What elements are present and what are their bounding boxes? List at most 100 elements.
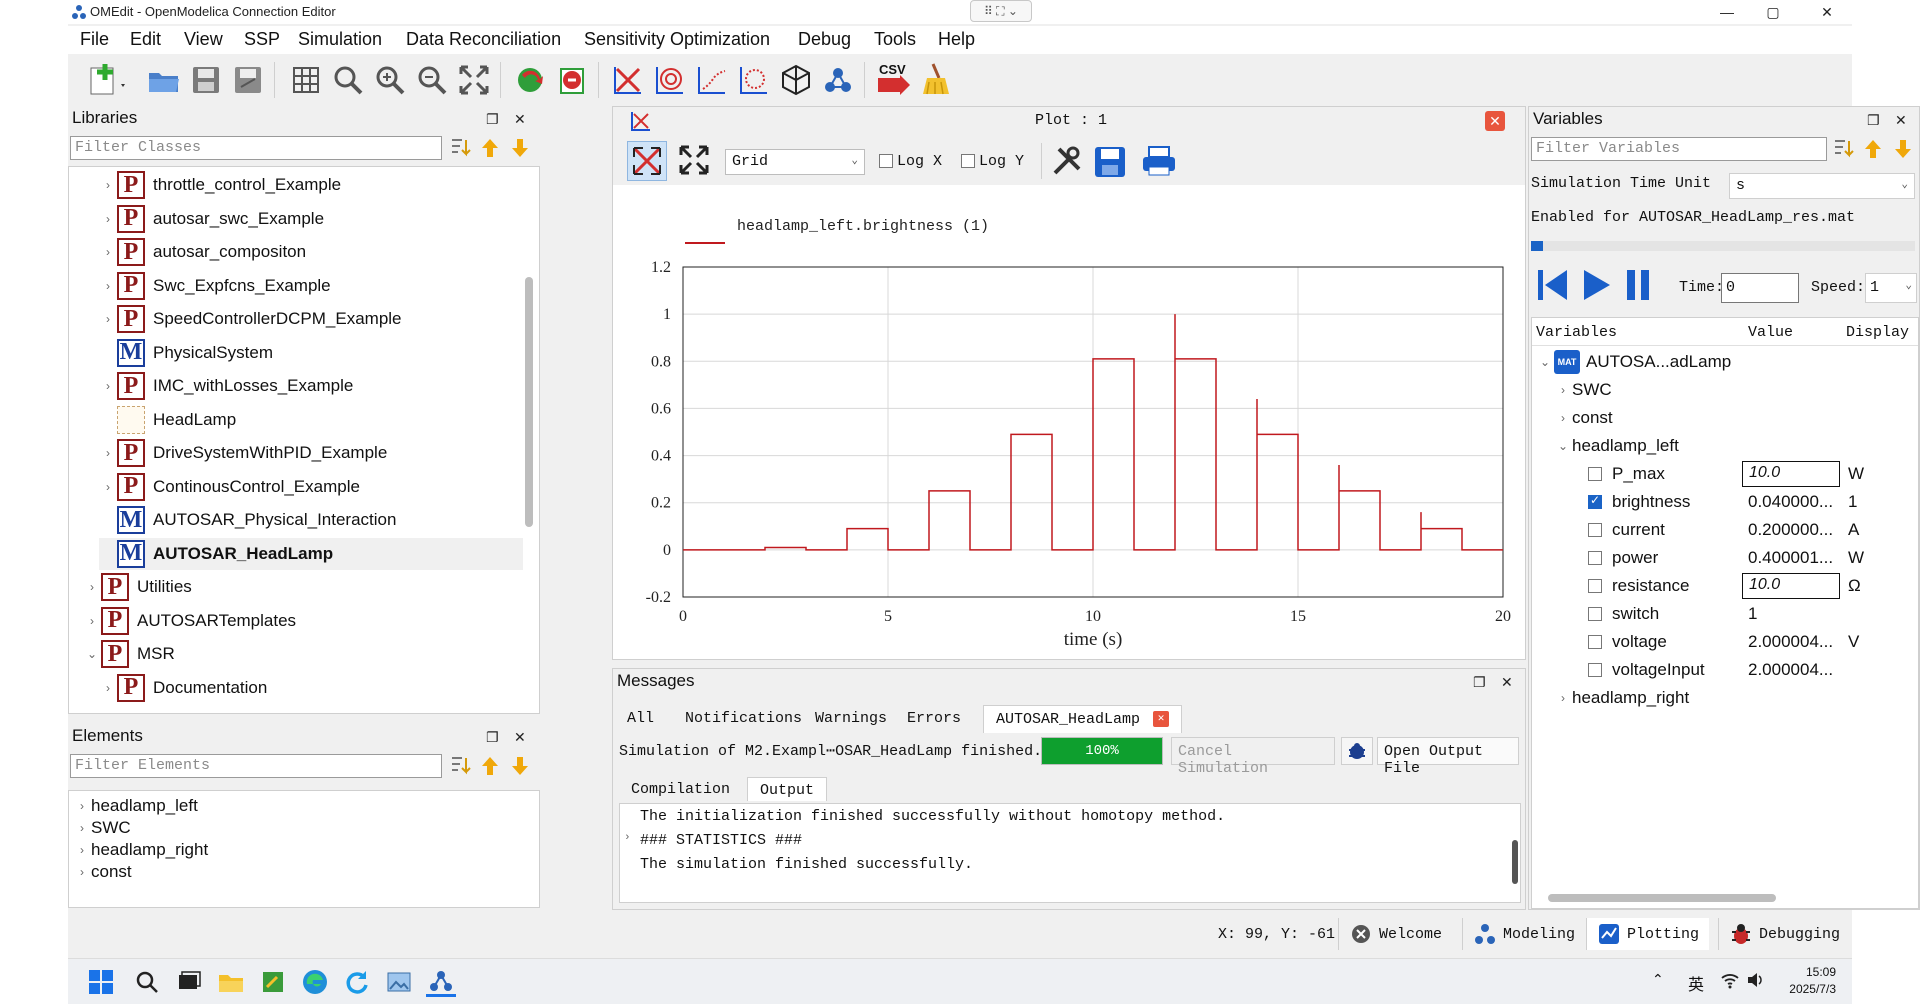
tab-errors[interactable]: Errors: [895, 705, 973, 733]
variable-checkbox[interactable]: [1588, 663, 1602, 677]
chevron-right-icon[interactable]: ›: [99, 446, 117, 460]
tree-item-headlamp-right[interactable]: › headlamp_right: [1554, 684, 1689, 712]
chevron-down-icon[interactable]: ⌄: [83, 647, 101, 661]
variable-value-input[interactable]: 10.0: [1742, 461, 1840, 487]
perspective-plotting[interactable]: Plotting: [1586, 918, 1710, 950]
fit-icon[interactable]: [454, 60, 494, 100]
open-folder-icon[interactable]: [144, 60, 184, 100]
menu-help[interactable]: Help: [938, 29, 975, 50]
close-panel-icon[interactable]: ✕: [1501, 670, 1513, 694]
save-all-icon[interactable]: [228, 60, 268, 100]
tree-item[interactable]: › P Utilities: [83, 571, 192, 603]
tree-item-headlamp-left[interactable]: ⌄ headlamp_left: [1554, 432, 1679, 460]
menu-ssp[interactable]: SSP: [244, 29, 280, 50]
variable-checkbox[interactable]: [1588, 467, 1602, 481]
grid-select[interactable]: Grid ⌄: [725, 149, 865, 175]
file-explorer-icon[interactable]: [216, 967, 246, 997]
menu-debug[interactable]: Debug: [798, 29, 851, 50]
filter-elements-input[interactable]: Filter Elements: [70, 754, 442, 778]
debug-output-icon[interactable]: [1341, 737, 1373, 765]
check-model-icon[interactable]: [510, 60, 550, 100]
tree-item[interactable]: › P DriveSystemWithPID_Example: [99, 437, 387, 469]
tree-item[interactable]: M PhysicalSystem: [99, 337, 273, 369]
close-panel-icon[interactable]: ✕: [514, 725, 526, 749]
pan-zoom-icon[interactable]: [627, 141, 667, 181]
chevron-right-icon[interactable]: ›: [99, 245, 117, 259]
setup-tools-icon[interactable]: [1049, 143, 1085, 184]
menu-tools[interactable]: Tools: [874, 29, 916, 50]
variable-row[interactable]: power: [1588, 544, 1658, 572]
fit-in-view-icon[interactable]: [675, 141, 715, 181]
slider-handle[interactable]: [1531, 241, 1543, 251]
subtab-output[interactable]: Output: [747, 777, 828, 801]
network-icon[interactable]: [818, 60, 858, 100]
tree-item[interactable]: M AUTOSAR_Physical_Interaction: [99, 504, 396, 536]
tab-warnings[interactable]: Warnings: [803, 705, 899, 733]
filter-classes-input[interactable]: Filter Classes: [70, 136, 442, 160]
print-plot-icon[interactable]: [1141, 143, 1177, 184]
wifi-icon[interactable]: [1720, 971, 1740, 994]
variable-row[interactable]: brightness: [1588, 488, 1690, 516]
sort-alpha-icon[interactable]: [448, 136, 472, 165]
rewind-icon[interactable]: [1535, 267, 1569, 308]
array-plot-icon[interactable]: [692, 60, 732, 100]
sort-up-icon[interactable]: [1861, 137, 1885, 166]
chevron-right-icon[interactable]: ›: [99, 212, 117, 226]
photos-app-icon[interactable]: [384, 967, 414, 997]
variable-row[interactable]: switch: [1588, 600, 1659, 628]
volume-icon[interactable]: [1746, 971, 1764, 994]
variable-row[interactable]: P_max: [1588, 460, 1665, 488]
tree-item[interactable]: › P ContinousControl_Example: [99, 471, 360, 503]
refresh-app-icon[interactable]: [342, 967, 372, 997]
time-input[interactable]: 0: [1721, 273, 1799, 303]
parametric-plot-icon[interactable]: [650, 60, 690, 100]
variable-checkbox[interactable]: [1588, 523, 1602, 537]
chevron-right-icon[interactable]: ›: [99, 480, 117, 494]
close-button[interactable]: ✕: [1804, 0, 1850, 24]
cancel-simulation-button[interactable]: Cancel Simulation: [1171, 737, 1335, 777]
animation-icon[interactable]: [776, 60, 816, 100]
tree-item[interactable]: HeadLamp: [99, 404, 236, 436]
edge-browser-icon[interactable]: [300, 967, 330, 997]
minimize-button[interactable]: —: [1704, 0, 1750, 24]
undock-icon[interactable]: ❐: [1473, 670, 1486, 694]
menu-file[interactable]: File: [80, 29, 109, 50]
tab-autosar-headlamp[interactable]: AUTOSAR_HeadLamp ✕: [983, 705, 1183, 733]
tree-item[interactable]: › P Documentation: [99, 672, 267, 704]
variables-h-scrollbar[interactable]: [1548, 894, 1776, 902]
log-y-checkbox[interactable]: Log Y: [961, 153, 1024, 170]
menu-edit[interactable]: Edit: [130, 29, 161, 50]
sort-down-icon[interactable]: [508, 136, 532, 165]
chevron-right-icon[interactable]: ›: [99, 312, 117, 326]
plot-icon[interactable]: [608, 60, 648, 100]
snap-layout-button[interactable]: ⠿ ⛶ ⌄: [970, 0, 1032, 22]
search-icon[interactable]: [132, 967, 162, 997]
time-unit-select[interactable]: s ⌄: [1729, 173, 1915, 199]
variable-checkbox[interactable]: [1588, 607, 1602, 621]
subtab-compilation[interactable]: Compilation: [621, 777, 740, 801]
task-view-icon[interactable]: [174, 967, 204, 997]
log-x-checkbox[interactable]: Log X: [879, 153, 942, 170]
library-scrollbar[interactable]: [525, 277, 533, 527]
tree-item-result[interactable]: ⌄ MAT AUTOSA...adLamp: [1536, 348, 1731, 376]
tree-item-swc[interactable]: › SWC: [1554, 376, 1612, 404]
close-panel-icon[interactable]: ✕: [514, 107, 526, 131]
pause-icon[interactable]: [1623, 267, 1653, 308]
column-value[interactable]: Value: [1748, 324, 1793, 341]
close-tab-icon[interactable]: ✕: [1153, 711, 1170, 728]
clock-time[interactable]: 15:09: [1780, 965, 1836, 979]
perspective-debugging[interactable]: Debugging: [1718, 918, 1850, 950]
column-display-unit[interactable]: Display U: [1846, 324, 1918, 341]
variable-checkbox[interactable]: [1588, 635, 1602, 649]
variable-row[interactable]: voltage: [1588, 628, 1667, 656]
list-item[interactable]: › headlamp_left: [73, 795, 198, 817]
close-plot-icon[interactable]: ✕: [1485, 111, 1505, 131]
tree-item[interactable]: › P SpeedControllerDCPM_Example: [99, 303, 402, 335]
omedit-taskbar-icon[interactable]: [426, 967, 456, 997]
column-variables[interactable]: Variables: [1536, 324, 1617, 341]
undock-icon[interactable]: ❐: [1867, 108, 1880, 132]
variable-value-input[interactable]: 10.0: [1742, 573, 1840, 599]
menu-view[interactable]: View: [184, 29, 223, 50]
tree-item[interactable]: › P AUTOSARTemplates: [83, 605, 296, 637]
menu-data-reconciliation[interactable]: Data Reconciliation: [406, 29, 561, 50]
